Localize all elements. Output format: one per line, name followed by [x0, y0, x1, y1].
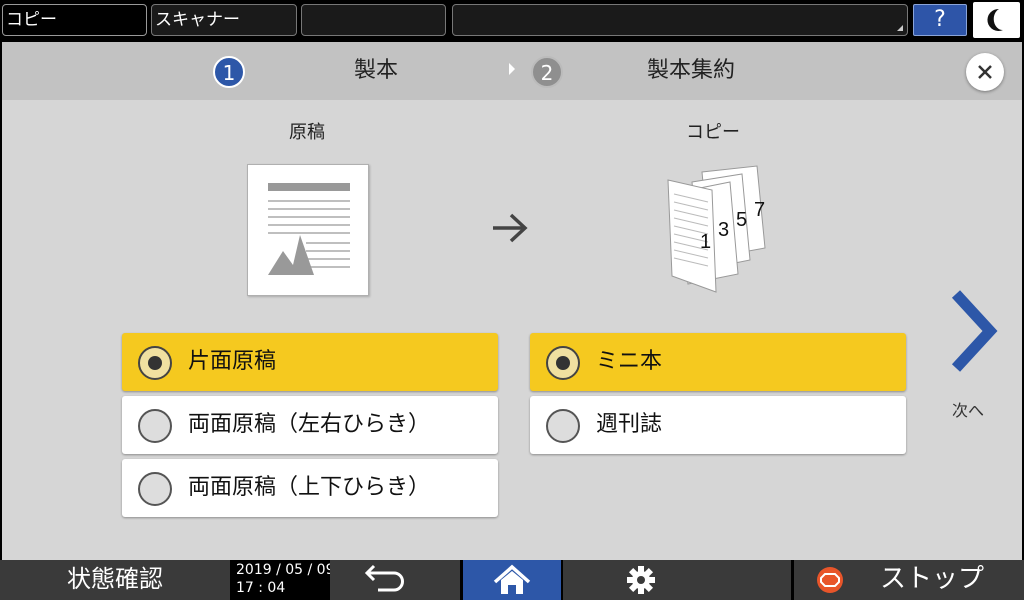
stop-label: ストップ — [880, 564, 985, 594]
back-arrow-icon — [364, 564, 404, 592]
booklet-icon: 1 3 5 7 — [667, 165, 766, 293]
option-label: 両面原稿（左右ひらき） — [188, 412, 431, 437]
bottom-bar: 状態確認 2019 / 05 / 09 17 : 04 ストップ — [0, 560, 1024, 600]
status-check-button[interactable]: 状態確認 — [0, 560, 230, 600]
next-label[interactable]: 次へ — [952, 397, 984, 421]
help-button[interactable]: ? — [913, 4, 967, 36]
moon-icon — [987, 8, 1003, 31]
help-label: ? — [934, 7, 946, 32]
step2-number: 2 — [531, 56, 563, 88]
booklet-illustration: 1 3 5 7 — [662, 160, 782, 300]
option-label: ミニ本 — [596, 349, 663, 374]
step2-label: 製本集約 — [647, 58, 736, 83]
radio-button[interactable] — [546, 346, 580, 380]
document-icon — [268, 183, 350, 275]
chevron-right-icon — [951, 290, 998, 372]
tab-copy-label: コピー — [6, 10, 57, 30]
step2-number-text: 2 — [540, 61, 554, 85]
option-label: 週刊誌 — [596, 412, 663, 437]
stop-button[interactable]: ストップ — [794, 560, 1024, 600]
top-bar: コピー スキャナー ? — [0, 0, 1024, 40]
radio-button[interactable] — [546, 409, 580, 443]
close-icon — [978, 65, 992, 79]
corner-mark-icon — [897, 25, 903, 31]
page-number-7: 7 — [754, 199, 765, 221]
page-number-1: 1 — [700, 231, 711, 253]
option-two-sided-top-bottom[interactable]: 両面原稿（上下ひらき） — [122, 459, 498, 517]
stop-icon — [817, 567, 843, 593]
radio-dot — [148, 356, 162, 370]
page-number-5: 5 — [736, 209, 747, 231]
page-number-3: 3 — [718, 219, 729, 241]
original-document-illustration — [247, 164, 369, 296]
option-two-sided-left-right[interactable]: 両面原稿（左右ひらき） — [122, 396, 498, 454]
option-weekly-magazine[interactable]: 週刊誌 — [530, 396, 906, 454]
settings-button[interactable] — [563, 560, 791, 600]
status-check-label: 状態確認 — [67, 565, 163, 593]
copy-heading: コピー — [686, 122, 740, 143]
main-panel: 1 製本 2 製本集約 原稿 コピー 1 3 5 7 片面原稿 両面原稿（左右ひ… — [2, 42, 1022, 560]
back-button[interactable] — [330, 560, 460, 600]
message-area[interactable] — [452, 4, 908, 36]
home-button[interactable] — [463, 560, 561, 600]
close-button[interactable] — [966, 53, 1004, 91]
right-arrow-icon — [490, 210, 530, 250]
step-arrow-icon — [509, 63, 515, 75]
radio-button[interactable] — [138, 346, 172, 380]
option-one-sided-original[interactable]: 片面原稿 — [122, 333, 498, 391]
tab-empty[interactable] — [301, 4, 446, 36]
tab-scanner-label: スキャナー — [155, 10, 240, 30]
step1-number-text: 1 — [222, 61, 236, 85]
step1-number: 1 — [213, 56, 245, 88]
home-icon — [493, 564, 531, 594]
step-header: 1 製本 2 製本集約 — [2, 42, 1022, 100]
date-time: 2019 / 05 / 09 17 : 04 — [236, 561, 335, 597]
tab-scanner[interactable]: スキャナー — [151, 4, 297, 36]
option-mini-book[interactable]: ミニ本 — [530, 333, 906, 391]
original-heading: 原稿 — [289, 122, 325, 143]
radio-button[interactable] — [138, 472, 172, 506]
next-button[interactable] — [946, 288, 1002, 378]
date-text: 2019 / 05 / 09 — [236, 562, 335, 578]
tab-copy[interactable]: コピー — [2, 4, 147, 36]
time-text: 17 : 04 — [236, 580, 286, 596]
step1-label: 製本 — [354, 58, 399, 83]
option-label: 両面原稿（上下ひらき） — [188, 475, 431, 500]
radio-dot — [556, 356, 570, 370]
option-label: 片面原稿 — [188, 349, 277, 374]
radio-button[interactable] — [138, 409, 172, 443]
gear-icon — [627, 566, 655, 594]
energy-saver-button[interactable] — [973, 2, 1020, 38]
